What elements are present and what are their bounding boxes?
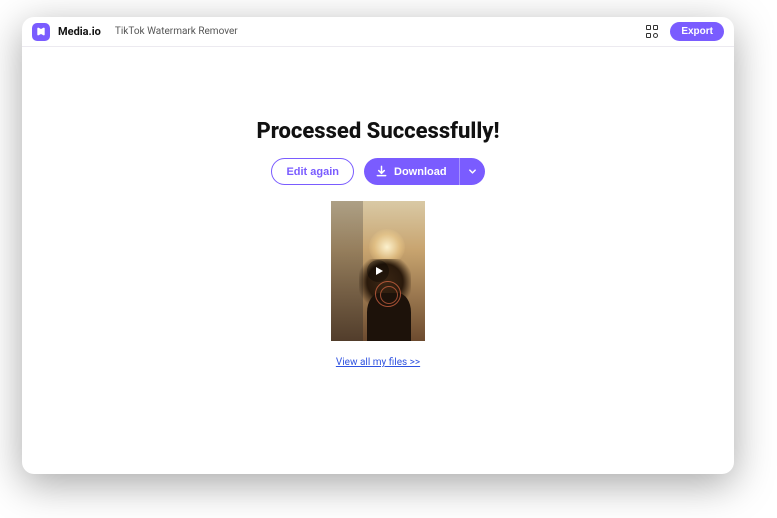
view-files-link[interactable]: View all my files >> — [336, 357, 420, 368]
video-thumbnail[interactable] — [331, 201, 425, 341]
download-button-group: Download — [364, 158, 485, 185]
play-icon[interactable] — [367, 260, 389, 282]
tool-name: TikTok Watermark Remover — [115, 26, 238, 37]
download-label: Download — [394, 166, 447, 178]
thumb-lens-flare — [375, 281, 401, 307]
apps-grid-icon[interactable] — [646, 25, 660, 39]
header-right: Export — [646, 22, 724, 41]
main-content: Processed Successfully! Edit again Downl… — [22, 47, 734, 368]
header: Media.io TikTok Watermark Remover Export — [22, 17, 734, 47]
download-icon — [375, 165, 388, 178]
chevron-down-icon — [468, 167, 477, 176]
download-dropdown-button[interactable] — [459, 158, 485, 185]
page-title: Processed Successfully! — [256, 119, 499, 144]
edit-again-button[interactable]: Edit again — [271, 158, 354, 185]
brand-name[interactable]: Media.io — [58, 25, 101, 38]
app-window: Media.io TikTok Watermark Remover Export… — [22, 17, 734, 474]
download-button[interactable]: Download — [364, 158, 459, 185]
export-button[interactable]: Export — [670, 22, 724, 41]
logo-icon[interactable] — [32, 23, 50, 41]
header-left: Media.io TikTok Watermark Remover — [32, 23, 238, 41]
actions-row: Edit again Download — [271, 158, 484, 185]
